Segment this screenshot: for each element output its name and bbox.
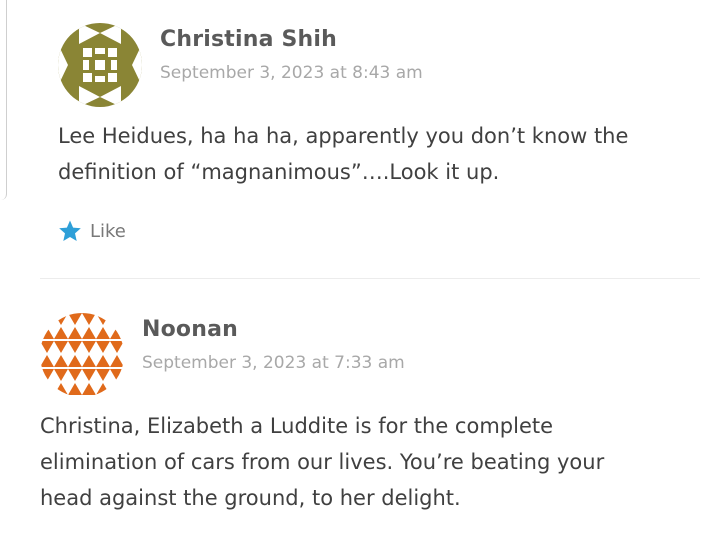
- comment-separator: [40, 278, 700, 279]
- comment-timestamp[interactable]: September 3, 2023 at 7:33 am: [142, 353, 405, 373]
- comment-body-line: Christina, Elizabeth a Luddite is for th…: [40, 414, 554, 438]
- comment-author[interactable]: Noonan: [142, 317, 238, 342]
- avatar[interactable]: [58, 23, 142, 107]
- comment-item: Christina Shih September 3, 2023 at 8:43…: [58, 20, 708, 246]
- comment-header: Christina Shih September 3, 2023 at 8:43…: [58, 20, 708, 110]
- comment-body: Christina, Elizabeth a Luddite is for th…: [40, 408, 680, 516]
- like-label[interactable]: Like: [90, 221, 126, 242]
- comment-body-line: definition of “magnanimous”….Look it up.: [58, 160, 500, 184]
- comment-body-line: head against the ground, to her delight.: [40, 486, 461, 510]
- comment-body-line: elimination of cars from our lives. You’…: [40, 450, 605, 474]
- identicon-avatar-image: [58, 23, 142, 107]
- comment-body: Lee Heidues, ha ha ha, apparently you do…: [58, 118, 678, 190]
- comment-header: Noonan September 3, 2023 at 7:33 am: [40, 310, 710, 400]
- left-border-edge: [0, 0, 7, 200]
- star-icon: [59, 220, 81, 241]
- comment-author[interactable]: Christina Shih: [160, 27, 337, 52]
- like-button[interactable]: Like: [58, 216, 708, 246]
- comment-body-line: Lee Heidues, ha ha ha, apparently you do…: [58, 124, 629, 148]
- avatar[interactable]: [40, 313, 124, 397]
- comments-page: Christina Shih September 3, 2023 at 8:43…: [0, 0, 720, 540]
- comment-item: Noonan September 3, 2023 at 7:33 am Chri…: [40, 310, 710, 516]
- comment-timestamp[interactable]: September 3, 2023 at 8:43 am: [160, 63, 423, 83]
- identicon-avatar-image: [40, 313, 124, 397]
